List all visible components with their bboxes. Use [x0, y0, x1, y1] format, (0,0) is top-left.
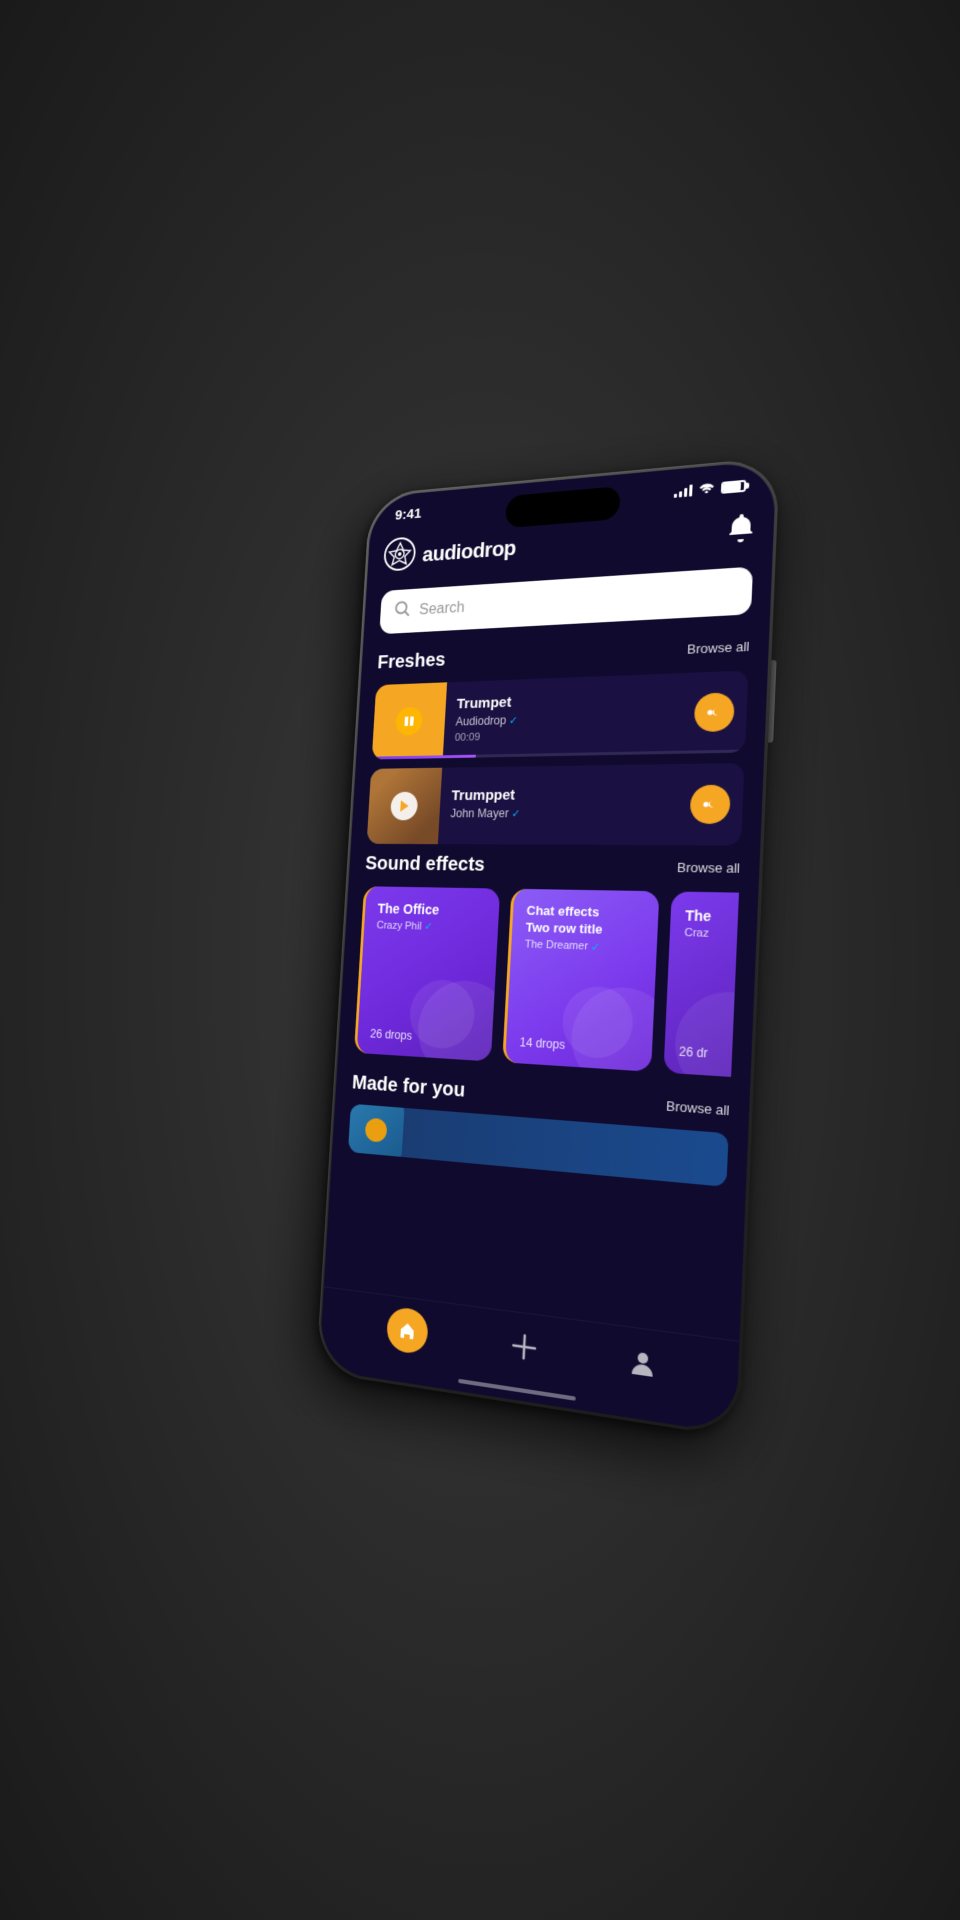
pause-button-1[interactable] [395, 707, 423, 736]
effect-card-artist-2: The Dreamer ✓ [524, 938, 642, 955]
effect-verified-1: ✓ [424, 920, 433, 933]
sound-effects-title: Sound effects [365, 853, 486, 876]
effect-card-artist-3: Craz [684, 927, 739, 941]
nav-add[interactable] [508, 1328, 541, 1366]
made-for-you-browse-all[interactable]: Browse all [666, 1098, 730, 1118]
verified-badge-2: ✓ [511, 807, 520, 820]
phone-wrapper: 9:41 [316, 457, 780, 1438]
effect-card-title-1: The Office [377, 900, 486, 920]
sound-effects-section-header: Sound effects Browse all [365, 853, 741, 880]
sound-effects-scroll: The Office Crazy Phil ✓ 26 drops [354, 886, 739, 1077]
scene: 9:41 [0, 0, 960, 1920]
home-icon[interactable] [386, 1306, 429, 1356]
battery-icon [721, 479, 747, 493]
effect-verified-2: ✓ [591, 940, 601, 953]
status-time: 9:41 [395, 506, 422, 524]
effect-card-title-2: Chat effectsTwo row title [525, 903, 644, 940]
made-for-you-section: Made for you Browse all [348, 1072, 730, 1187]
made-for-you-title: Made for you [351, 1072, 465, 1103]
phone-frame: 9:41 [316, 457, 780, 1438]
phone-screen: 9:41 [319, 460, 777, 1434]
effect-card-1[interactable]: The Office Crazy Phil ✓ 26 drops [354, 886, 500, 1061]
made-for-you-preview [348, 1104, 729, 1187]
signal-icon [674, 484, 693, 497]
freshes-browse-all[interactable]: Browse all [687, 639, 750, 657]
track-thumbnail-2 [367, 768, 443, 844]
logo-area: audiodrop [383, 528, 517, 576]
share-button-1[interactable] [694, 692, 735, 732]
profile-icon[interactable] [626, 1344, 661, 1383]
effect-card-title-3: The [685, 906, 739, 926]
verified-badge-1: ✓ [509, 714, 518, 727]
app-content: audiodrop [322, 499, 774, 1367]
track-progress-fill-1 [372, 755, 476, 760]
track-info-2: Trumppet John Mayer ✓ [438, 775, 691, 834]
bottom-nav [319, 1286, 740, 1434]
nav-profile[interactable] [626, 1344, 661, 1383]
sound-effects-browse-all[interactable]: Browse all [677, 860, 741, 876]
effect-card-drops-2: 14 drops [519, 1035, 638, 1056]
wifi-icon [698, 480, 715, 496]
track-card-trumpet[interactable]: Trumpet Audiodrop ✓ 00:09 [372, 670, 749, 759]
track-thumbnail-1 [372, 682, 447, 759]
track-title-1: Trumpet [456, 688, 683, 712]
search-bar[interactable]: Search [379, 567, 753, 635]
home-indicator [458, 1379, 576, 1401]
search-placeholder: Search [419, 599, 465, 619]
effect-card-2[interactable]: Chat effectsTwo row title The Dreamer ✓ … [502, 889, 659, 1072]
track-artist-1: Audiodrop ✓ [455, 708, 682, 728]
track-title-2: Trumppet [451, 785, 679, 804]
freshes-section-header: Freshes Browse all [377, 635, 750, 674]
add-icon[interactable] [508, 1328, 541, 1366]
freshes-title: Freshes [377, 649, 446, 674]
logo-icon [383, 536, 417, 576]
notification-button[interactable] [727, 513, 756, 548]
app-name: audiodrop [422, 535, 517, 566]
track-artist-2: John Mayer ✓ [450, 806, 678, 821]
effect-card-3-partial: The Craz 26 dr [663, 891, 739, 1076]
search-icon [394, 600, 411, 622]
track-info-1: Trumpet Audiodrop ✓ 00:09 [443, 678, 696, 754]
effect-card-drops-3: 26 dr [679, 1044, 739, 1063]
effect-card-artist-1: Crazy Phil ✓ [376, 919, 485, 935]
nav-home[interactable] [386, 1306, 429, 1356]
status-icons [674, 478, 747, 499]
track-duration-1: 00:09 [454, 726, 681, 743]
play-button-2[interactable] [390, 792, 418, 821]
track-card-trumppet[interactable]: Trumppet John Mayer ✓ [367, 763, 745, 846]
share-button-2[interactable] [689, 785, 731, 824]
